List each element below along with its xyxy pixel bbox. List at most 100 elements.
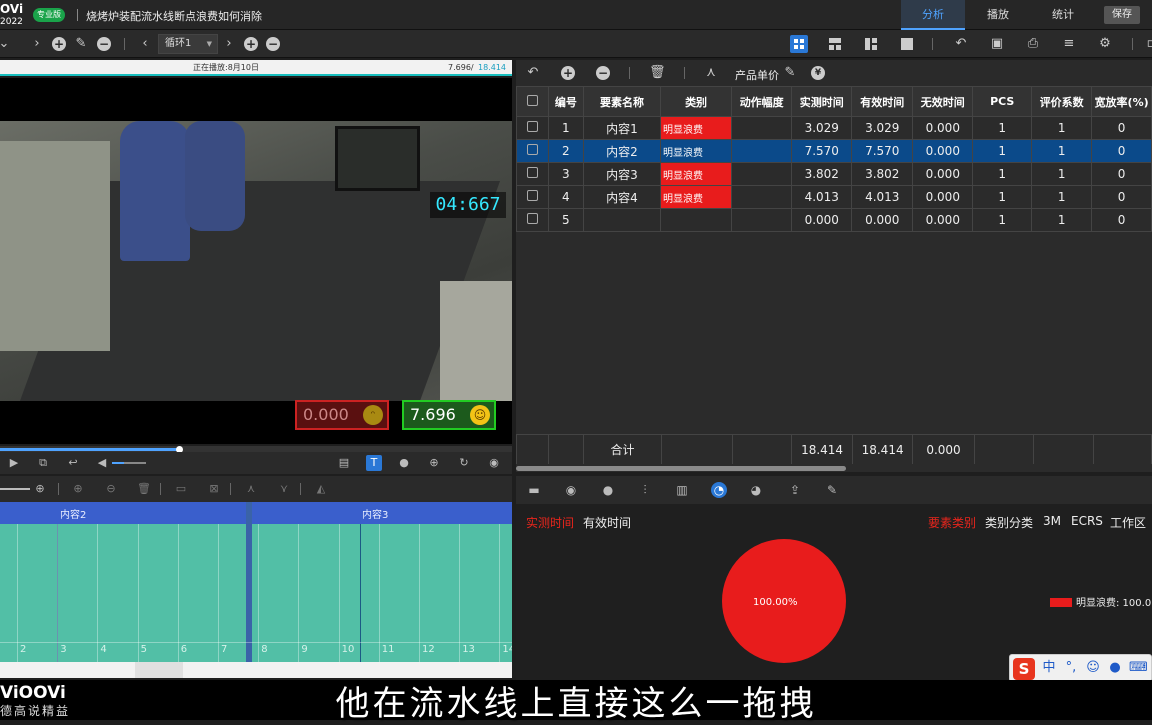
header-cell[interactable]: 评价系数 xyxy=(1031,86,1093,117)
cell-name[interactable] xyxy=(582,208,661,232)
table-scroll-thumb[interactable] xyxy=(516,466,846,471)
gear-icon[interactable]: ⚙ xyxy=(1097,36,1113,52)
cell-cat[interactable]: 明显浪费 xyxy=(659,162,733,186)
remove-icon[interactable]: − xyxy=(97,37,111,51)
pie-chart-icon[interactable]: ◔ xyxy=(711,482,727,498)
segment-label[interactable]: 内容3 xyxy=(362,506,388,521)
cell-amp[interactable] xyxy=(731,116,793,140)
volume-slider[interactable] xyxy=(112,462,146,464)
checkbox[interactable] xyxy=(526,167,538,178)
ime-language[interactable]: 中 xyxy=(1041,660,1057,676)
layout-grid-button[interactable] xyxy=(790,35,808,53)
chart-tab-valid[interactable]: 有效时间 xyxy=(583,514,631,531)
cell-measured[interactable]: 7.570 xyxy=(791,139,853,163)
volume-icon[interactable]: ◀ xyxy=(94,455,110,471)
edit-icon[interactable]: ✎ xyxy=(782,65,798,81)
cell-amp[interactable] xyxy=(731,208,793,232)
add-icon[interactable]: ⊕ xyxy=(70,481,86,497)
cell-amp[interactable] xyxy=(731,185,793,209)
row-select-cell[interactable] xyxy=(516,116,549,140)
row-select-cell[interactable] xyxy=(516,139,549,163)
close-box-icon[interactable]: ⊠ xyxy=(206,481,222,497)
cell-allow[interactable]: 0 xyxy=(1091,208,1152,232)
header-cell[interactable]: 要素名称 xyxy=(582,86,661,117)
checkbox[interactable] xyxy=(526,190,538,201)
yen-icon[interactable]: ¥ xyxy=(811,66,825,80)
cell-coef[interactable]: 1 xyxy=(1031,162,1093,186)
tab-play[interactable]: 播放 xyxy=(966,0,1030,30)
minus-box-icon[interactable]: ▭ xyxy=(173,481,189,497)
table-scrollbar[interactable] xyxy=(516,464,1152,472)
print-icon[interactable]: ⎙ xyxy=(1025,36,1041,52)
save-button[interactable]: 保存 xyxy=(1104,6,1140,24)
cell-cat[interactable]: 明显浪费 xyxy=(659,185,733,209)
dropdown-caret-icon[interactable]: ⌄ xyxy=(0,36,12,52)
camera-icon[interactable]: ◉ xyxy=(486,455,502,471)
microphone-icon[interactable]: ● xyxy=(600,482,616,498)
zoom-in-icon[interactable]: ⊕ xyxy=(426,455,442,471)
cell-invalid[interactable]: 0.000 xyxy=(912,208,974,232)
cell-valid[interactable]: 3.802 xyxy=(851,162,914,186)
loop-select[interactable]: 循环1 ▼ xyxy=(158,34,218,54)
undo-icon[interactable]: ↶ xyxy=(525,65,541,81)
chart-tab-ecrs[interactable]: ECRS xyxy=(1071,514,1103,528)
pie-slice-icon[interactable]: ◕ xyxy=(748,482,764,498)
frame-step-icon[interactable]: ⧉ xyxy=(35,455,51,471)
document-icon[interactable]: ▤ xyxy=(336,455,352,471)
row-select-cell[interactable] xyxy=(516,185,549,209)
cell-name[interactable]: 内容2 xyxy=(582,139,661,163)
row-select-cell[interactable] xyxy=(516,208,549,232)
cell-invalid[interactable]: 0.000 xyxy=(912,116,974,140)
header-cell[interactable]: 类别 xyxy=(659,86,733,117)
cell-measured[interactable]: 3.802 xyxy=(791,162,853,186)
cell-coef[interactable]: 1 xyxy=(1031,139,1093,163)
keyboard-icon[interactable]: ⌨ xyxy=(1129,660,1148,676)
tab-stats[interactable]: 统计 xyxy=(1031,0,1095,30)
table-row[interactable]: 5 0.000 0.000 0.000 1 1 0 xyxy=(516,208,1152,232)
edit-icon[interactable]: ✎ xyxy=(824,482,840,498)
unit-price-label[interactable]: 产品单价 xyxy=(735,67,779,83)
cell-amp[interactable] xyxy=(731,162,793,186)
chevron-right-icon[interactable]: › xyxy=(221,36,237,52)
chart-tab-element-category[interactable]: 要素类别 xyxy=(928,514,976,531)
cell-allow[interactable]: 0 xyxy=(1091,116,1152,140)
comment-icon[interactable]: ▬ xyxy=(526,482,542,498)
cell-no[interactable]: 4 xyxy=(547,185,584,209)
cell-name[interactable]: 内容1 xyxy=(582,116,661,140)
cell-cat[interactable] xyxy=(659,208,733,232)
zoom-slider[interactable] xyxy=(0,488,30,490)
mirror-icon[interactable]: ◭ xyxy=(313,481,329,497)
video-export-icon[interactable]: ▣ xyxy=(989,36,1005,52)
layout-split-button[interactable] xyxy=(826,35,844,53)
chart-tab-3m[interactable]: 3M xyxy=(1043,514,1061,528)
checkbox[interactable] xyxy=(526,144,538,155)
cell-no[interactable]: 3 xyxy=(547,162,584,186)
trash-icon[interactable]: 🗑 xyxy=(136,481,152,497)
cell-coef[interactable]: 1 xyxy=(1031,185,1093,209)
cell-valid[interactable]: 0.000 xyxy=(851,208,914,232)
cell-valid[interactable]: 3.029 xyxy=(851,116,914,140)
cell-name[interactable]: 内容3 xyxy=(582,162,661,186)
text-marker-icon[interactable]: T xyxy=(366,455,382,471)
cell-pcs[interactable]: 1 xyxy=(972,208,1033,232)
upload-icon[interactable]: ⇪ xyxy=(787,482,803,498)
cell-pcs[interactable]: 1 xyxy=(972,162,1033,186)
undo-icon[interactable]: ↶ xyxy=(953,36,969,52)
camera-icon[interactable]: ◉ xyxy=(563,482,579,498)
cell-measured[interactable]: 4.013 xyxy=(791,185,853,209)
table-row[interactable]: 3 内容3 明显浪费 3.802 3.802 0.000 1 1 0 xyxy=(516,162,1152,186)
cell-cat[interactable]: 明显浪费 xyxy=(659,139,733,163)
cell-coef[interactable]: 1 xyxy=(1031,116,1093,140)
more-icon[interactable]: ▫ xyxy=(1143,36,1152,52)
person-icon[interactable]: ⋏ xyxy=(243,481,259,497)
cell-no[interactable]: 1 xyxy=(547,116,584,140)
cell-pcs[interactable]: 1 xyxy=(972,139,1033,163)
header-cell[interactable]: PCS xyxy=(972,86,1033,117)
layout-single-button[interactable] xyxy=(898,35,916,53)
header-select-all[interactable] xyxy=(516,86,549,117)
cell-pcs[interactable]: 1 xyxy=(972,116,1033,140)
cell-valid[interactable]: 4.013 xyxy=(851,185,914,209)
play-icon[interactable]: ▶ xyxy=(6,455,22,471)
chevron-right-icon[interactable]: › xyxy=(29,36,45,52)
table-row[interactable]: 2 内容2 明显浪费 7.570 7.570 0.000 1 1 0 xyxy=(516,139,1152,163)
